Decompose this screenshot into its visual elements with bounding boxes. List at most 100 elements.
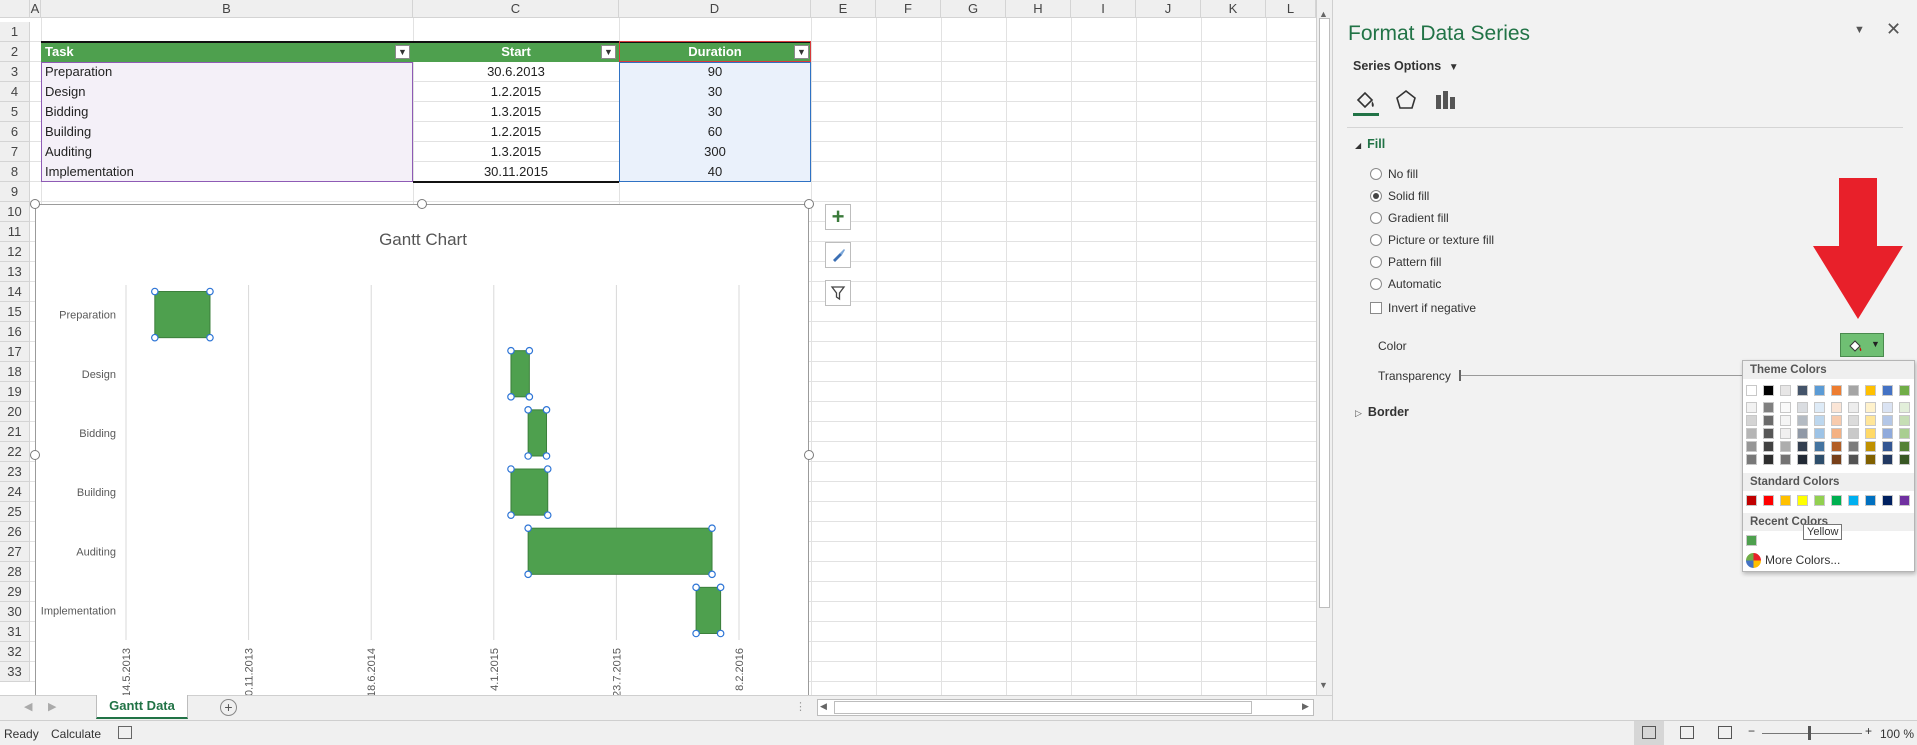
zoom-slider-thumb[interactable] bbox=[1808, 726, 1811, 740]
pane-options-chevron-icon[interactable]: ▼ bbox=[1854, 24, 1865, 36]
color-swatch[interactable] bbox=[1899, 454, 1910, 465]
color-swatch[interactable] bbox=[1746, 385, 1757, 396]
color-swatch[interactable] bbox=[1797, 454, 1808, 465]
fill-radio[interactable] bbox=[1370, 256, 1382, 268]
bar-selection-handle[interactable] bbox=[151, 333, 159, 342]
macro-record-icon[interactable] bbox=[118, 726, 132, 739]
color-swatch[interactable] bbox=[1780, 428, 1791, 439]
column-header-i[interactable]: I bbox=[1071, 0, 1136, 18]
color-swatch[interactable] bbox=[1814, 428, 1825, 439]
color-swatch[interactable] bbox=[1882, 415, 1893, 426]
color-swatch[interactable] bbox=[1831, 454, 1842, 465]
row-header-27[interactable]: 27 bbox=[0, 542, 30, 562]
page-break-icon[interactable] bbox=[1718, 726, 1732, 739]
color-swatch[interactable] bbox=[1865, 415, 1876, 426]
row-header-4[interactable]: 4 bbox=[0, 82, 30, 102]
color-swatch[interactable] bbox=[1780, 454, 1791, 465]
page-layout-icon[interactable] bbox=[1680, 726, 1694, 739]
gantt-bar[interactable] bbox=[527, 409, 548, 457]
chart-plot-area[interactable]: 14.5.2013 30.11.2013 18.6.2014 4.1.2015 23.7… bbox=[36, 205, 810, 695]
header-start[interactable]: Start bbox=[413, 42, 619, 62]
bar-selection-handle[interactable] bbox=[542, 406, 551, 414]
gantt-bar[interactable] bbox=[154, 291, 211, 339]
color-swatch[interactable] bbox=[1899, 385, 1910, 396]
color-swatch[interactable] bbox=[1814, 441, 1825, 452]
color-swatch[interactable] bbox=[1831, 495, 1842, 506]
table-cell[interactable]: 1.2.2015 bbox=[413, 82, 619, 102]
row-header-1[interactable]: 1 bbox=[0, 22, 30, 42]
color-swatch[interactable] bbox=[1882, 428, 1893, 439]
table-cell[interactable]: 40 bbox=[619, 162, 811, 182]
table-cell[interactable]: 30 bbox=[619, 82, 811, 102]
row-header-33[interactable]: 33 bbox=[0, 662, 30, 682]
row-header-2[interactable]: 2 bbox=[0, 42, 30, 62]
chart-filters-button[interactable] bbox=[825, 280, 851, 306]
row-header-21[interactable]: 21 bbox=[0, 422, 30, 442]
color-swatch[interactable] bbox=[1865, 385, 1876, 396]
bar-selection-handle[interactable] bbox=[692, 629, 700, 638]
gantt-bar[interactable] bbox=[527, 527, 713, 575]
row-header-7[interactable]: 7 bbox=[0, 142, 30, 162]
zoom-out-icon[interactable]: − bbox=[1748, 724, 1755, 738]
bar-selection-handle[interactable] bbox=[542, 452, 551, 460]
fill-color-button[interactable]: ▼ bbox=[1840, 333, 1884, 357]
zoom-slider[interactable] bbox=[1762, 733, 1862, 734]
bar-selection-handle[interactable] bbox=[524, 406, 532, 414]
color-swatch[interactable] bbox=[1763, 428, 1774, 439]
bar-selection-handle[interactable] bbox=[543, 465, 552, 473]
tab-scroll-right-icon[interactable]: ▶ bbox=[48, 700, 56, 713]
color-swatch[interactable] bbox=[1797, 385, 1808, 396]
row-header-19[interactable]: 19 bbox=[0, 382, 30, 402]
table-cell[interactable]: Preparation bbox=[41, 62, 413, 82]
color-swatch[interactable] bbox=[1882, 441, 1893, 452]
vertical-scrollbar[interactable]: ▲ ▼ bbox=[1316, 0, 1332, 695]
column-header-d[interactable]: D bbox=[619, 0, 811, 18]
row-header-18[interactable]: 18 bbox=[0, 362, 30, 382]
color-swatch[interactable] bbox=[1899, 495, 1910, 506]
row-header-23[interactable]: 23 bbox=[0, 462, 30, 482]
fill-option-label[interactable]: Solid fill bbox=[1388, 189, 1429, 203]
color-swatch[interactable] bbox=[1831, 415, 1842, 426]
row-header-32[interactable]: 32 bbox=[0, 642, 30, 662]
color-swatch[interactable] bbox=[1848, 454, 1859, 465]
bar-selection-handle[interactable] bbox=[507, 393, 515, 401]
color-swatch[interactable] bbox=[1763, 441, 1774, 452]
effects-tab[interactable] bbox=[1393, 87, 1419, 113]
bar-selection-handle[interactable] bbox=[206, 287, 214, 296]
color-swatch[interactable] bbox=[1831, 428, 1842, 439]
sheet-tab-gantt-data[interactable]: Gantt Data bbox=[96, 695, 188, 719]
column-header-h[interactable]: H bbox=[1006, 0, 1071, 18]
color-swatch[interactable] bbox=[1746, 454, 1757, 465]
color-swatch[interactable] bbox=[1763, 454, 1774, 465]
table-cell[interactable]: Implementation bbox=[41, 162, 413, 182]
gantt-bar[interactable] bbox=[510, 350, 530, 398]
header-task[interactable]: Task bbox=[41, 42, 413, 62]
gantt-bar[interactable] bbox=[695, 586, 722, 634]
resize-handle-top[interactable] bbox=[417, 199, 427, 209]
invert-if-negative-checkbox[interactable] bbox=[1370, 302, 1382, 314]
close-pane-icon[interactable]: ✕ bbox=[1886, 19, 1901, 40]
hscroll-right-icon[interactable]: ▶ bbox=[1302, 701, 1309, 712]
color-swatch[interactable] bbox=[1848, 415, 1859, 426]
bar-selection-handle[interactable] bbox=[524, 452, 532, 460]
split-handle-icon[interactable]: ⋮ bbox=[795, 700, 806, 713]
zoom-in-icon[interactable]: + bbox=[1865, 724, 1872, 738]
color-swatch[interactable] bbox=[1780, 441, 1791, 452]
color-swatch[interactable] bbox=[1780, 385, 1791, 396]
tab-scroll-left-icon[interactable]: ◀ bbox=[24, 700, 32, 713]
color-swatch[interactable] bbox=[1797, 441, 1808, 452]
color-swatch[interactable] bbox=[1848, 428, 1859, 439]
horizontal-scroll-thumb[interactable] bbox=[834, 701, 1252, 714]
color-swatch[interactable] bbox=[1814, 454, 1825, 465]
invert-if-negative-label[interactable]: Invert if negative bbox=[1388, 301, 1476, 315]
table-cell[interactable]: Building bbox=[41, 122, 413, 142]
bar-selection-handle[interactable] bbox=[708, 524, 716, 532]
resize-handle-right[interactable] bbox=[804, 450, 814, 460]
color-swatch[interactable] bbox=[1865, 428, 1876, 439]
resize-handle-top-left[interactable] bbox=[30, 199, 40, 209]
border-section-toggle[interactable]: ▷ Border bbox=[1355, 405, 1409, 419]
color-swatch[interactable] bbox=[1814, 402, 1825, 413]
bar-selection-handle[interactable] bbox=[692, 583, 700, 592]
fill-radio[interactable] bbox=[1370, 190, 1382, 202]
bar-selection-handle[interactable] bbox=[507, 511, 515, 519]
